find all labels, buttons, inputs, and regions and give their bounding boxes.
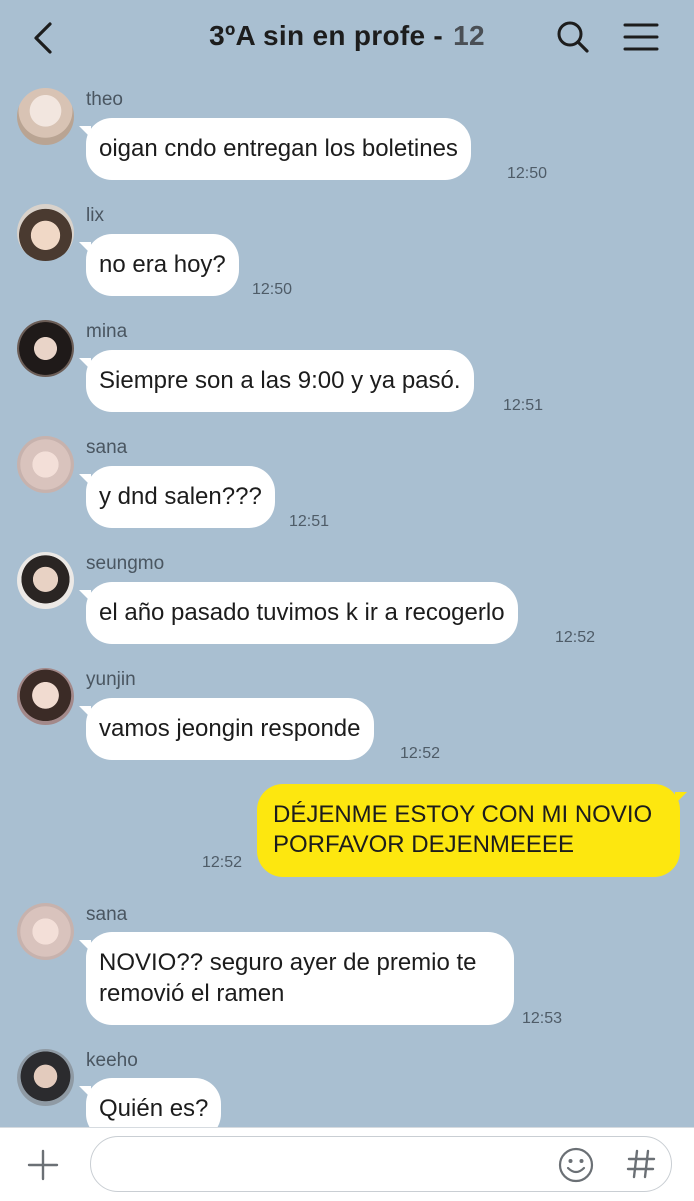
message-text-line: PORFAVOR DEJENMEEEE: [273, 831, 574, 858]
message-text: el año pasado tuvimos k ir a recogerlo: [99, 599, 505, 626]
emoji-icon: [558, 1147, 594, 1183]
member-count: 12: [453, 20, 485, 51]
search-button[interactable]: [554, 18, 592, 56]
add-attachment-button[interactable]: [26, 1148, 60, 1182]
message-bubble[interactable]: el año pasado tuvimos k ir a recogerlo: [79, 582, 518, 644]
message-text: Siempre son a las 9:00 y ya pasó.: [99, 367, 461, 394]
message-bubble[interactable]: Siempre son a las 9:00 y ya pasó.: [79, 350, 474, 412]
search-icon: [557, 21, 589, 53]
message-time: 12:50: [507, 165, 548, 182]
message-text: Quién es?: [99, 1095, 209, 1122]
menu-button[interactable]: [622, 20, 660, 54]
avatar[interactable]: [17, 552, 74, 609]
message-bubble[interactable]: y dnd salen???: [79, 466, 275, 528]
sender-name: keeho: [86, 1050, 138, 1071]
message-text: vamos jeongin responde: [99, 715, 361, 742]
message-text: oigan cndo entregan los boletines: [99, 135, 458, 162]
message-bubble[interactable]: no era hoy?: [79, 234, 239, 296]
avatar[interactable]: [17, 903, 74, 960]
avatar[interactable]: [17, 204, 74, 261]
message-text-line: DÉJENME ESTOY CON MI NOVIO: [273, 801, 653, 828]
message-time: 12:53: [522, 1010, 563, 1027]
message-text-line: NOVIO?? seguro ayer de premio te: [99, 949, 477, 976]
hash-icon: [626, 1149, 656, 1179]
emoji-button[interactable]: [557, 1146, 595, 1184]
message-text: y dnd salen???: [99, 483, 262, 510]
sender-name: theo: [86, 89, 123, 110]
message-time: 12:52: [202, 854, 243, 871]
sender-name: sana: [86, 437, 128, 458]
message-input-bar: [0, 1127, 694, 1201]
avatar[interactable]: [17, 436, 74, 493]
message-bubble[interactable]: oigan cndo entregan los boletines: [79, 118, 471, 180]
avatar[interactable]: [17, 320, 74, 377]
chat-header: 3ºA sin en profe - 12: [0, 0, 694, 76]
hashtag-button[interactable]: [623, 1143, 659, 1185]
message-time: 12:51: [503, 397, 544, 414]
avatar[interactable]: [17, 88, 74, 145]
message-time: 12:51: [289, 513, 330, 530]
plus-icon: [27, 1149, 59, 1181]
outgoing-message-bubble[interactable]: DÉJENME ESTOY CON MI NOVIO PORFAVOR DEJE…: [257, 784, 687, 877]
message-time: 12:50: [252, 281, 293, 298]
message-input[interactable]: [109, 1147, 553, 1183]
message-text: no era hoy?: [99, 251, 226, 278]
sender-name: seungmo: [86, 553, 165, 574]
chat-name: 3ºA sin en profe -: [209, 20, 452, 51]
sender-name: lix: [86, 205, 104, 226]
sender-name: mina: [86, 321, 128, 342]
avatar[interactable]: [17, 1049, 74, 1106]
sender-name: sana: [86, 904, 128, 925]
hamburger-menu-icon: [623, 23, 659, 51]
avatar[interactable]: [17, 668, 74, 725]
sender-name: yunjin: [86, 669, 136, 690]
message-time: 12:52: [400, 745, 441, 762]
message-text-line: removió el ramen: [99, 980, 285, 1007]
message-bubble[interactable]: NOVIO?? seguro ayer de premio te removió…: [79, 932, 514, 1025]
message-bubble[interactable]: vamos jeongin responde: [79, 698, 374, 760]
message-time: 12:52: [555, 629, 596, 646]
message-input-container: [90, 1136, 672, 1192]
